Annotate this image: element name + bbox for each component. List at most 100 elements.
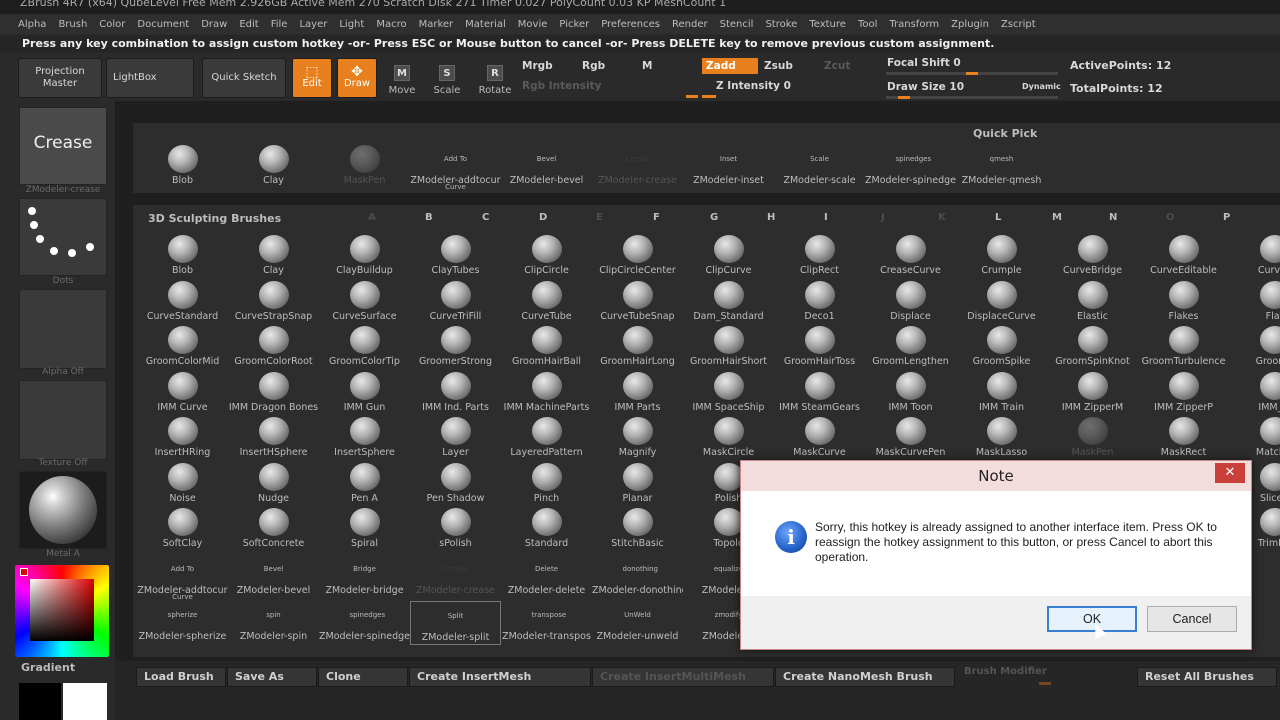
brush-item[interactable]: Scale ZModeler-scale xyxy=(774,145,865,189)
brush-item[interactable]: Deco1 xyxy=(774,280,865,325)
create-insertmesh-button[interactable]: Create InsertMesh xyxy=(409,667,591,687)
brush-item[interactable]: Dam_Standard xyxy=(683,280,774,325)
brush-item[interactable]: CurveSurface xyxy=(319,280,410,325)
brush-item[interactable]: Add To Curve ZModeler-addtocur xyxy=(410,145,501,191)
brush-item[interactable]: IMM Toon xyxy=(865,371,956,416)
menu-item-stencil[interactable]: Stencil xyxy=(720,19,754,30)
brush-item[interactable]: IMM Dragon Bones xyxy=(228,371,319,416)
menu-item-light[interactable]: Light xyxy=(339,19,364,30)
letter-filter-j[interactable]: J xyxy=(881,212,885,223)
menu-item-transform[interactable]: Transform xyxy=(889,19,939,30)
brush-item[interactable]: GroomLengthen xyxy=(865,326,956,370)
mrgb-button[interactable]: Mrgb xyxy=(518,58,576,74)
menu-item-document[interactable]: Document xyxy=(137,19,189,30)
material-thumb[interactable] xyxy=(19,471,107,549)
cancel-button[interactable]: Cancel xyxy=(1147,606,1237,632)
rotate-button[interactable]: R Rotate xyxy=(473,58,517,98)
brush-item[interactable]: ClipCircle xyxy=(501,235,592,279)
close-icon[interactable]: ✕ xyxy=(1215,463,1245,483)
brush-item[interactable]: Flakes xyxy=(1138,280,1229,325)
letter-filter-o[interactable]: O xyxy=(1166,212,1175,223)
m-button[interactable]: M xyxy=(638,58,696,74)
brush-item[interactable]: MaskCurve xyxy=(774,417,865,461)
brush-item[interactable]: Pen A xyxy=(319,462,410,507)
brush-item[interactable]: spinedges ZModeler-spinedges xyxy=(319,601,410,645)
lightbox-button[interactable]: LightBox xyxy=(106,58,194,98)
letter-filter-f[interactable]: F xyxy=(653,212,660,223)
brush-item[interactable]: SoftConcrete xyxy=(228,508,319,552)
brush-item[interactable]: GroomHairLong xyxy=(592,326,683,370)
z-intensity-slider[interactable]: Z Intensity 0 xyxy=(712,78,878,94)
brush-item[interactable]: ClayBuildup xyxy=(319,235,410,279)
brush-item[interactable]: Planar xyxy=(592,462,683,507)
brush-item[interactable]: MaskCircle xyxy=(683,417,774,461)
brush-item[interactable]: spinedges ZModeler-spinedges xyxy=(865,145,956,189)
brush-item[interactable]: GroomSpike xyxy=(956,326,1047,370)
brush-item[interactable]: GroomerStrong xyxy=(410,326,501,370)
menu-item-layer[interactable]: Layer xyxy=(299,19,327,30)
zadd-button[interactable]: Zadd xyxy=(702,58,758,74)
menu-item-picker[interactable]: Picker xyxy=(559,19,589,30)
brush-item[interactable]: GroomTurbulence xyxy=(1138,326,1229,370)
brush-item[interactable]: Bevel ZModeler-bevel xyxy=(501,145,592,189)
brush-item[interactable]: CurveBridge xyxy=(1047,235,1138,279)
brush-item[interactable]: IMM Gun xyxy=(319,371,410,416)
brush-item[interactable]: MaskRect xyxy=(1138,417,1229,461)
letter-filter-g[interactable]: G xyxy=(710,212,718,223)
brush-item[interactable]: Clay xyxy=(228,145,319,189)
brush-item[interactable]: MaskPen xyxy=(1047,417,1138,461)
menu-item-render[interactable]: Render xyxy=(672,19,708,30)
brush-item[interactable]: InsertHSphere xyxy=(228,417,319,461)
letter-filter-a[interactable]: A xyxy=(368,212,376,223)
brush-item[interactable]: Displace xyxy=(865,280,956,325)
menu-item-marker[interactable]: Marker xyxy=(419,19,454,30)
brush-item[interactable]: DisplaceCurve xyxy=(956,280,1047,325)
menu-item-file[interactable]: File xyxy=(271,19,288,30)
brush-item[interactable]: ClayTubes xyxy=(410,235,501,279)
brush-item[interactable]: SoftClay xyxy=(137,508,228,552)
brush-item[interactable]: donothing ZModeler-donothing xyxy=(592,555,683,599)
brush-item[interactable]: Delete ZModeler-delete xyxy=(501,555,592,599)
brush-item[interactable]: GroomHairToss xyxy=(774,326,865,370)
brush-item[interactable]: qmesh ZModeler-qmesh xyxy=(956,145,1047,189)
menu-item-brush[interactable]: Brush xyxy=(58,19,87,30)
draw-size-slider[interactable]: Draw Size 10 xyxy=(883,79,1003,95)
brush-item[interactable]: IMM Parts xyxy=(592,371,683,416)
projection-master-button[interactable]: Projection Master xyxy=(18,58,102,98)
brush-item[interactable]: CurveStandard xyxy=(137,280,228,325)
brush-item[interactable]: Inset ZModeler-inset xyxy=(683,145,774,189)
brush-item[interactable]: Elastic xyxy=(1047,280,1138,325)
menu-item-tool[interactable]: Tool xyxy=(858,19,877,30)
brush-item[interactable]: MatchM xyxy=(1229,417,1280,461)
quick-sketch-button[interactable]: Quick Sketch xyxy=(202,58,286,98)
brush-item[interactable]: Standard xyxy=(501,508,592,552)
brush-item[interactable]: IMM_M xyxy=(1229,371,1280,416)
brush-item[interactable]: IMM Ind. Parts xyxy=(410,371,501,416)
brush-item[interactable]: GroomColorTip xyxy=(319,326,410,370)
stroke-thumb[interactable] xyxy=(19,198,107,276)
brush-item[interactable]: IMM ZipperP xyxy=(1138,371,1229,416)
brush-item[interactable]: CurveTubeSnap xyxy=(592,280,683,325)
letter-filter-m[interactable]: M xyxy=(1052,212,1062,223)
edit-button[interactable]: ⬚ Edit xyxy=(292,58,332,98)
letter-filter-e[interactable]: E xyxy=(596,212,603,223)
rgb-intensity-slider[interactable]: Rgb Intensity xyxy=(518,78,698,94)
alpha-thumb[interactable] xyxy=(19,289,107,369)
letter-filter-p[interactable]: P xyxy=(1223,212,1230,223)
brush-item[interactable]: MaskLasso xyxy=(956,417,1047,461)
brush-item[interactable]: Flat xyxy=(1229,280,1280,325)
brush-item[interactable]: Pen Shadow xyxy=(410,462,501,507)
brush-item[interactable]: ClipCurve xyxy=(683,235,774,279)
brush-item[interactable]: spin ZModeler-spin xyxy=(228,601,319,645)
color-picker[interactable] xyxy=(15,565,109,657)
brush-item[interactable]: Blob xyxy=(137,235,228,279)
brush-item[interactable]: Add To Curve ZModeler-addtocur xyxy=(137,555,228,601)
brush-item[interactable]: ClipCircleCenter xyxy=(592,235,683,279)
save-as-button[interactable]: Save As xyxy=(227,667,317,687)
letter-filter-n[interactable]: N xyxy=(1109,212,1117,223)
reset-all-brushes-button[interactable]: Reset All Brushes xyxy=(1137,667,1277,687)
brush-item[interactable]: Clay xyxy=(228,235,319,279)
brush-item[interactable]: GroomHairShort xyxy=(683,326,774,370)
dynamic-toggle[interactable]: Dynamic xyxy=(1018,79,1066,95)
menu-item-edit[interactable]: Edit xyxy=(239,19,258,30)
